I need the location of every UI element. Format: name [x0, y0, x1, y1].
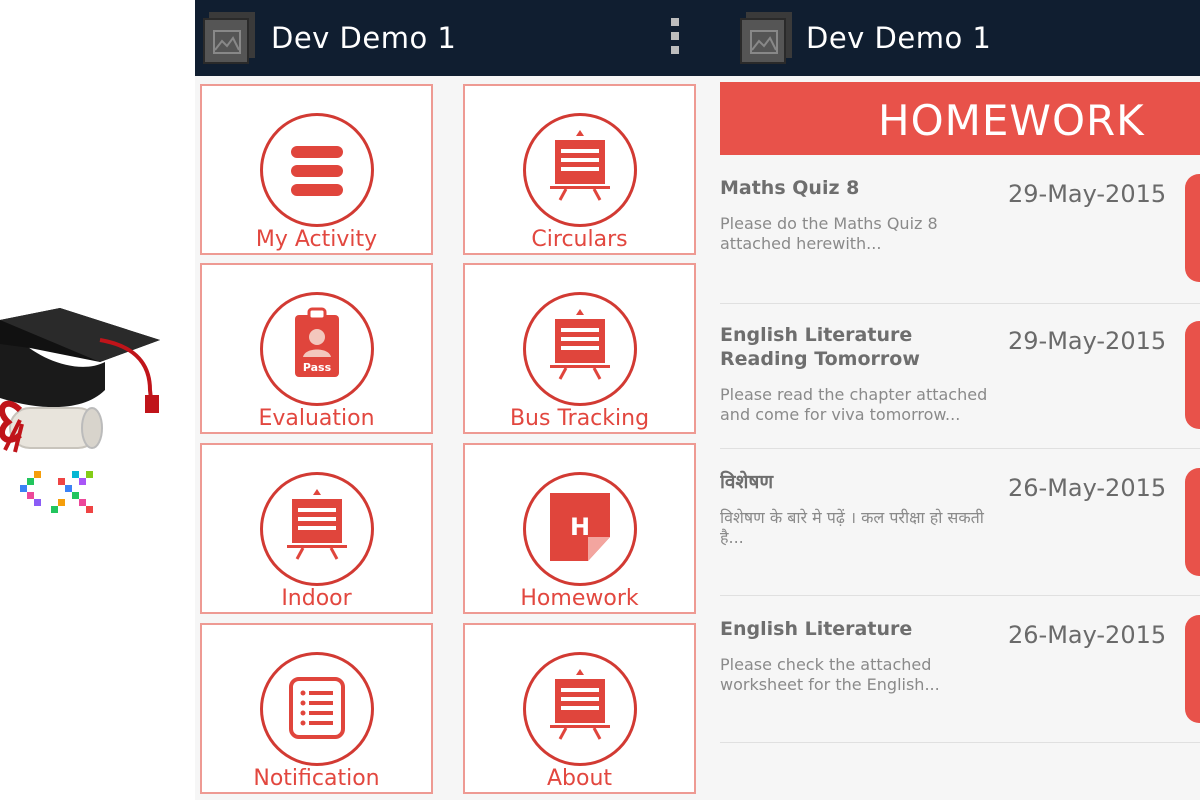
tile-homework[interactable]: H Homework: [463, 443, 696, 614]
tile-label: About: [546, 766, 613, 791]
homework-description: Please read the chapter attached and com…: [720, 385, 988, 424]
app-bar: Dev Demo 1: [720, 0, 1200, 76]
overflow-menu-icon[interactable]: [670, 18, 680, 54]
homework-date: 26-May-2015: [1008, 621, 1167, 649]
app-logo-icon: [203, 12, 255, 64]
app-logo-icon: [740, 12, 792, 64]
homework-heading-text: HOMEWORK: [878, 96, 1145, 145]
homework-title: Maths Quiz 8: [720, 177, 860, 199]
list-document-icon: [260, 652, 374, 766]
homework-date: 29-May-2015: [1008, 327, 1167, 355]
app-title: Dev Demo 1: [806, 21, 992, 55]
tile-label: Evaluation: [258, 406, 375, 431]
presentation-board-icon: [260, 472, 374, 586]
tile-label: Notification: [253, 766, 380, 791]
list-item[interactable]: Maths Quiz 8 Please do the Maths Quiz 8 …: [720, 158, 1200, 304]
homework-title: English Literature: [720, 618, 913, 640]
homework-description: Please check the attached worksheet for …: [720, 655, 940, 694]
pass-badge-icon: Pass: [260, 292, 374, 406]
homework-date: 29-May-2015: [1008, 180, 1167, 208]
graduation-cap-logo: [0, 300, 190, 530]
tile-bus-tracking[interactable]: Bus Tracking: [463, 263, 696, 434]
list-item[interactable]: English Literature Reading Tomorrow Plea…: [720, 303, 1200, 449]
presentation-board-icon: [523, 652, 637, 766]
homework-screen: Dev Demo 1 HOMEWORK Maths Quiz 8 Please …: [720, 0, 1200, 800]
tile-indoor[interactable]: Indoor: [200, 443, 433, 614]
homework-date: 26-May-2015: [1008, 474, 1167, 502]
tile-label: My Activity: [255, 227, 378, 252]
homework-description: Please do the Maths Quiz 8 attached here…: [720, 214, 938, 253]
homework-action-tab[interactable]: [1185, 468, 1200, 576]
tile-label: Homework: [520, 586, 639, 611]
homework-heading: HOMEWORK: [720, 82, 1200, 155]
svg-text:Pass: Pass: [303, 361, 332, 374]
presentation-board-icon: [523, 292, 637, 406]
homework-action-tab[interactable]: [1185, 174, 1200, 282]
tile-evaluation[interactable]: Pass Evaluation: [200, 263, 433, 434]
tile-label: Circulars: [531, 227, 628, 252]
tile-circulars[interactable]: Circulars: [463, 84, 696, 255]
app-title: Dev Demo 1: [271, 21, 457, 55]
svg-text:H: H: [570, 513, 590, 541]
tile-label: Bus Tracking: [509, 406, 650, 431]
tile-about[interactable]: About: [463, 623, 696, 794]
presentation-board-icon: [523, 113, 637, 227]
homework-title: English Literature Reading Tomorrow: [720, 324, 920, 370]
tile-label: Indoor: [281, 586, 352, 611]
homework-title: विशेषण: [720, 471, 774, 493]
list-item[interactable]: विशेषण विशेषण के बारे मे पढ़ें । कल परीक…: [720, 450, 1200, 596]
list-item[interactable]: English Literature Please check the atta…: [720, 597, 1200, 743]
app-bar: Dev Demo 1: [195, 0, 720, 76]
tile-my-activity[interactable]: My Activity: [200, 84, 433, 255]
homework-action-tab[interactable]: [1185, 321, 1200, 429]
homework-action-tab[interactable]: [1185, 615, 1200, 723]
homework-description: विशेषण के बारे मे पढ़ें । कल परीक्षा हो …: [720, 508, 984, 547]
tile-notification[interactable]: Notification: [200, 623, 433, 794]
homework-note-icon: H: [523, 472, 637, 586]
hamburger-menu-icon: [260, 113, 374, 227]
dashboard-screen: Dev Demo 1 My Activity Circulars Pass Ev…: [195, 0, 720, 800]
